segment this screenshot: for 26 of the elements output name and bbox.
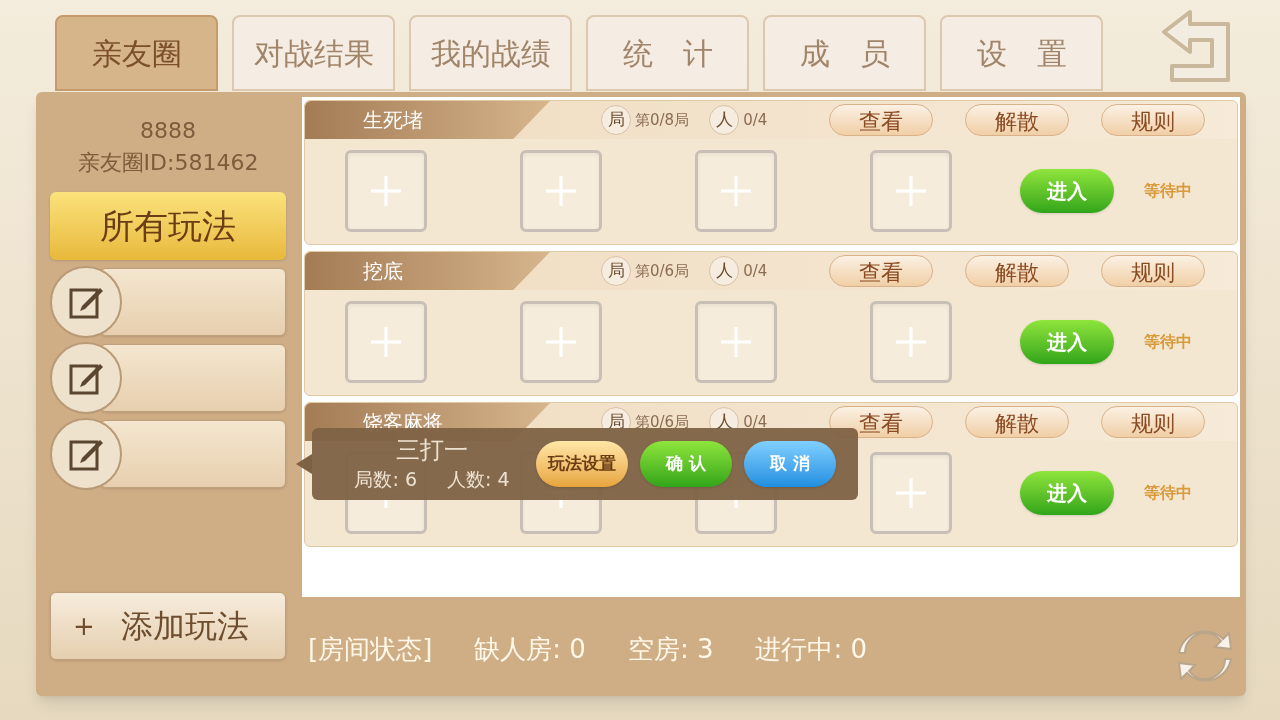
rounds-badge: 局 — [601, 104, 631, 135]
room-title: 饶客麻将 — [363, 408, 444, 436]
room-status-text: 进行中: 0 — [755, 633, 868, 666]
rounds-badge: 局 — [601, 255, 631, 286]
player-setting: 人数: 4 — [447, 466, 510, 492]
mode-title: 三打一 — [396, 434, 468, 465]
players-badge: 人 — [709, 255, 740, 286]
round-count: 第0/6局 — [635, 411, 690, 433]
players-badge: 人 — [709, 104, 740, 135]
room-title: 挖底 — [363, 257, 404, 285]
club-id: 亲友圈ID:581462 — [77, 152, 259, 174]
plus-icon: + — [73, 606, 95, 646]
room-status-text: [房间状态] — [308, 633, 433, 666]
room-title: 生死堵 — [363, 106, 424, 134]
room-status-text: 空房: 3 — [627, 633, 714, 666]
round-count: 第0/8局 — [635, 109, 690, 131]
club-name: 8888 — [140, 120, 196, 142]
round-count: 第0/6局 — [635, 260, 690, 282]
player-count: 0/4 — [743, 411, 768, 433]
player-count: 0/4 — [743, 260, 768, 282]
player-count: 0/4 — [743, 109, 768, 131]
waiting-status: 等待中 — [1144, 180, 1192, 203]
round-setting: 局数: 6 — [354, 466, 417, 492]
waiting-status: 等待中 — [1144, 331, 1192, 354]
waiting-status: 等待中 — [1144, 482, 1192, 505]
room-status-text: 缺人房: 0 — [474, 633, 586, 666]
